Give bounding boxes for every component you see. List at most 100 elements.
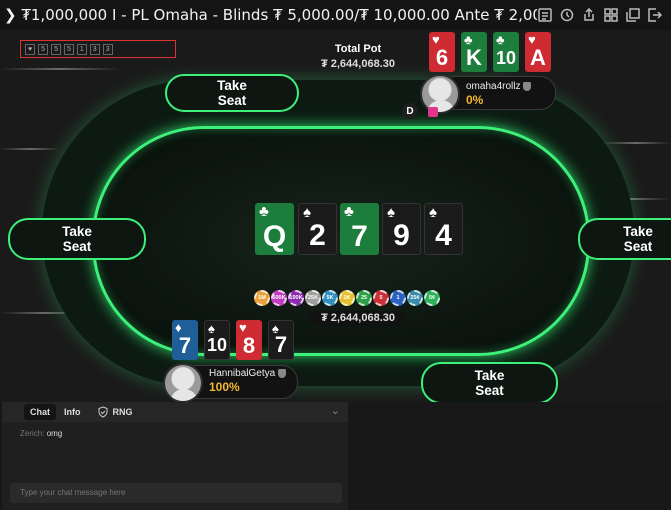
shield-icon <box>278 369 287 378</box>
chip: 25¢ <box>407 290 423 306</box>
history-icon[interactable] <box>559 7 575 23</box>
card-rank: 7 <box>274 332 288 357</box>
table-area: ♥ 5 5 5 1 3 3 Total Pot ₮ 2,644,068.30 T… <box>0 30 671 402</box>
card-rank: 10 <box>206 335 228 355</box>
opponent-avatar[interactable] <box>420 74 460 114</box>
tab-rng[interactable]: RNG <box>89 404 141 420</box>
take-seat-top-left-button[interactable]: Take Seat <box>165 74 299 112</box>
chip: 5K <box>322 290 338 306</box>
take-seat-right-button[interactable]: Take Seat <box>578 218 671 260</box>
mini-label: 5 <box>51 43 61 55</box>
take-seat-bottom-right-button[interactable]: Take Seat <box>421 362 558 402</box>
shield-check-icon <box>98 406 107 418</box>
tab-rng-label: RNG <box>112 407 133 417</box>
card-rank: 2 <box>309 219 326 252</box>
side-panel <box>350 402 671 510</box>
card-rank: 6 <box>435 45 449 70</box>
player-name-text: HannibalGetya <box>209 368 276 379</box>
take-seat-text: Seat <box>62 239 92 254</box>
total-pot-label: Total Pot <box>334 43 382 55</box>
chip: 5 <box>373 290 389 306</box>
take-seat-text: Take <box>217 78 247 93</box>
tab-info[interactable]: Info <box>56 404 89 420</box>
hero-hole-card: ♠ 10 <box>204 320 230 360</box>
mini-label: 1 <box>76 43 87 55</box>
take-seat-text: Seat <box>475 383 504 398</box>
chat-input[interactable]: Type your chat message here <box>10 483 342 503</box>
tile-icon[interactable] <box>625 7 641 23</box>
opponent-hole-card: ♣ 10 <box>493 32 519 72</box>
hero-hole-card: ♥ 8 <box>236 320 262 360</box>
chip: 25K <box>305 290 321 306</box>
opponent-hole-card: ♥ A <box>525 32 551 72</box>
chip: 5¢ <box>424 290 440 306</box>
opponent-equity: 0% <box>466 93 484 107</box>
title-bar: ❯ ₮1,000,000 I - PL Omaha - Blinds ₮ 5,0… <box>0 0 671 30</box>
card-rank: Q <box>262 220 287 253</box>
chat-message: Zerich: omg <box>20 429 62 438</box>
light-beam <box>600 142 671 144</box>
take-seat-text: Seat <box>623 239 653 254</box>
player-tag-icon <box>428 107 438 117</box>
card-rank: 4 <box>435 219 452 252</box>
mini-label: ♥ <box>25 43 36 55</box>
card-rank: 7 <box>351 220 368 253</box>
opponent-hole-card: ♣ K <box>461 32 487 72</box>
opponent-hole-card: ♥ 6 <box>429 32 455 72</box>
mini-hand-strip[interactable]: ♥ 5 5 5 1 3 3 <box>20 40 176 58</box>
mini-label: 3 <box>102 43 113 55</box>
take-seat-text: Take <box>623 224 653 239</box>
hero-hole-card: ♠ 7 <box>268 320 294 360</box>
dealer-button: D <box>402 103 418 119</box>
player-name-text: omaha4rollz <box>466 81 521 92</box>
board-card: ♠ 4 <box>424 203 463 255</box>
grid-icon[interactable] <box>603 7 619 23</box>
table-title: ❯ ₮1,000,000 I - PL Omaha - Blinds ₮ 5,0… <box>4 6 537 24</box>
card-rank: 8 <box>242 333 256 358</box>
card-rank: K <box>466 45 482 70</box>
hero-name: HannibalGetya <box>209 368 287 379</box>
exit-icon[interactable] <box>647 7 663 23</box>
bottom-panel: Chat Info RNG ⌄ Zerich: omg Type your ch… <box>0 402 671 510</box>
card-rank: 7 <box>178 333 192 358</box>
center-pot-value: ₮ 2,644,068.30 <box>310 311 406 326</box>
hero-avatar[interactable] <box>163 363 203 402</box>
chip: 25 <box>356 290 372 306</box>
board-card: ♠ 2 <box>298 203 337 255</box>
take-seat-text: Take <box>474 368 505 383</box>
hero-equity: 100% <box>209 380 240 394</box>
card-rank: 10 <box>495 48 517 68</box>
chip: 1M <box>254 290 270 306</box>
take-seat-left-button[interactable]: Take Seat <box>8 218 146 260</box>
chat-text: omg <box>46 429 63 438</box>
take-seat-text: Take <box>62 224 92 239</box>
mini-label: 3 <box>89 43 100 55</box>
total-pot-value: ₮ 2,644,068.30 <box>320 58 395 70</box>
opponent-name: omaha4rollz <box>466 81 532 92</box>
chat-tabs: Chat Info RNG ⌄ <box>2 402 348 422</box>
tab-chat[interactable]: Chat <box>24 404 56 420</box>
light-beam <box>0 148 60 150</box>
chat-user: Zerich: <box>20 429 45 438</box>
board-card: ♣ 7 <box>340 203 379 255</box>
hero-hole-card: ♦ 7 <box>172 320 198 360</box>
card-suit: ♣ <box>496 32 505 47</box>
chat-panel: Chat Info RNG ⌄ Zerich: omg Type your ch… <box>2 402 348 510</box>
chevron-down-icon[interactable]: ⌄ <box>331 404 340 417</box>
card-rank: 9 <box>393 219 410 252</box>
shield-icon <box>523 82 532 91</box>
share-icon[interactable] <box>581 7 597 23</box>
chip: 1 <box>390 290 406 306</box>
board-card: ♣ Q <box>255 203 294 255</box>
chip-stack: 1M 500K 100K 25K 5K 1K 25 5 1 25¢ 5¢ <box>254 290 440 306</box>
menu-icon[interactable] <box>537 7 553 23</box>
mini-label: 5 <box>38 43 49 55</box>
board-card: ♠ 9 <box>382 203 421 255</box>
chip: 1K <box>339 290 355 306</box>
card-suit: ♣ <box>259 203 269 220</box>
mini-label: 5 <box>63 43 74 55</box>
card-rank: A <box>530 45 546 70</box>
light-beam <box>0 68 120 70</box>
chip: 100K <box>288 290 304 306</box>
card-suit: ♣ <box>344 203 354 220</box>
